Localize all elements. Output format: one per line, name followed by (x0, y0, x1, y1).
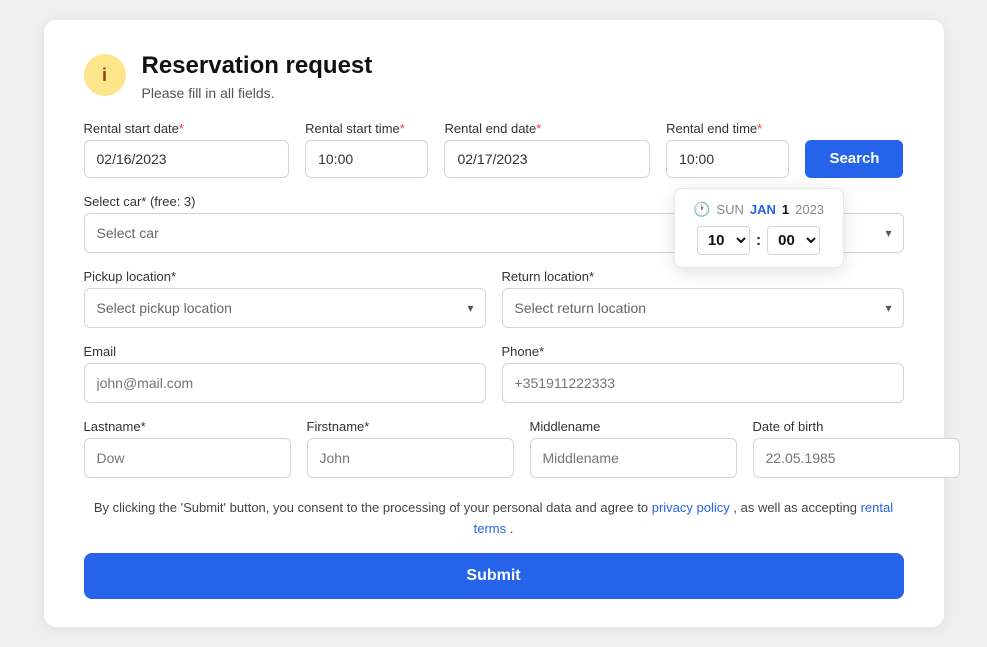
name-row: Lastname* Firstname* Middlename Date of … (84, 419, 904, 478)
rental-end-date-label: Rental end date* (444, 121, 650, 136)
page-title: Reservation request (142, 52, 373, 81)
pickup-location-label: Pickup location* (84, 269, 486, 284)
return-location-select[interactable]: Select return location (502, 288, 904, 328)
header-section: i Reservation request Please fill in all… (84, 52, 904, 101)
rental-start-time-label: Rental start time* (305, 121, 428, 136)
time-picker-day: SUN (716, 202, 743, 217)
firstname-input[interactable] (307, 438, 514, 478)
info-icon: i (84, 54, 126, 96)
return-location-wrapper: Select return location ▾ (502, 288, 904, 328)
lastname-group: Lastname* (84, 419, 291, 478)
pickup-location-group: Pickup location* Select pickup location … (84, 269, 486, 328)
page-subtitle: Please fill in all fields. (142, 85, 373, 101)
pickup-location-wrapper: Select pickup location ▾ (84, 288, 486, 328)
lastname-input[interactable] (84, 438, 291, 478)
rental-end-time-group: Rental end time* (666, 121, 789, 178)
firstname-label: Firstname* (307, 419, 514, 434)
consent-text-middle: , as well as accepting (733, 500, 857, 515)
email-input[interactable] (84, 363, 486, 403)
time-picker-daynum: 1 (782, 202, 789, 217)
dob-label: Date of birth (753, 419, 960, 434)
dob-group: Date of birth (753, 419, 960, 478)
dates-row: Rental start date* Rental start time* Re… (84, 121, 904, 178)
time-selects: 10 11 12 : 00 15 30 45 (697, 226, 820, 255)
middlename-input[interactable] (530, 438, 737, 478)
header-text: Reservation request Please fill in all f… (142, 52, 373, 101)
consent-section: By clicking the 'Submit' button, you con… (84, 498, 904, 540)
rental-end-time-input[interactable] (666, 140, 789, 178)
consent-text-before: By clicking the 'Submit' button, you con… (94, 500, 648, 515)
return-location-group: Return location* Select return location … (502, 269, 904, 328)
time-picker-popup: 🕐 SUN JAN 1 2023 10 11 12 : 00 15 30 45 (674, 188, 844, 268)
email-label: Email (84, 344, 486, 359)
search-button[interactable]: Search (805, 140, 903, 178)
rental-end-date-group: Rental end date* (444, 121, 650, 178)
email-group: Email (84, 344, 486, 403)
time-picker-year: 2023 (795, 202, 824, 217)
time-picker-hour-select[interactable]: 10 11 12 (697, 226, 750, 255)
contact-row: Email Phone* (84, 344, 904, 403)
location-row: Pickup location* Select pickup location … (84, 269, 904, 328)
phone-label: Phone* (502, 344, 904, 359)
rental-start-date-group: Rental start date* (84, 121, 290, 178)
return-location-label: Return location* (502, 269, 904, 284)
time-picker-month: JAN (750, 202, 776, 217)
pickup-location-select[interactable]: Select pickup location (84, 288, 486, 328)
rental-start-date-label: Rental start date* (84, 121, 290, 136)
middlename-label: Middlename (530, 419, 737, 434)
time-colon: : (756, 232, 761, 250)
rental-start-date-input[interactable] (84, 140, 290, 178)
rental-end-time-label: Rental end time* (666, 121, 789, 136)
privacy-policy-link[interactable]: privacy policy (652, 500, 730, 515)
firstname-group: Firstname* (307, 419, 514, 478)
clock-icon: 🕐 (693, 201, 710, 218)
time-picker-minute-select[interactable]: 00 15 30 45 (767, 226, 820, 255)
lastname-label: Lastname* (84, 419, 291, 434)
dob-input[interactable] (753, 438, 960, 478)
phone-group: Phone* (502, 344, 904, 403)
consent-text-end: . (510, 521, 514, 536)
submit-button[interactable]: Submit (84, 553, 904, 599)
rental-start-time-group: Rental start time* (305, 121, 428, 178)
phone-input[interactable] (502, 363, 904, 403)
rental-start-time-input[interactable] (305, 140, 428, 178)
time-picker-header: 🕐 SUN JAN 1 2023 (693, 201, 824, 218)
middlename-group: Middlename (530, 419, 737, 478)
reservation-card: i Reservation request Please fill in all… (44, 20, 944, 627)
rental-end-date-input[interactable] (444, 140, 650, 178)
